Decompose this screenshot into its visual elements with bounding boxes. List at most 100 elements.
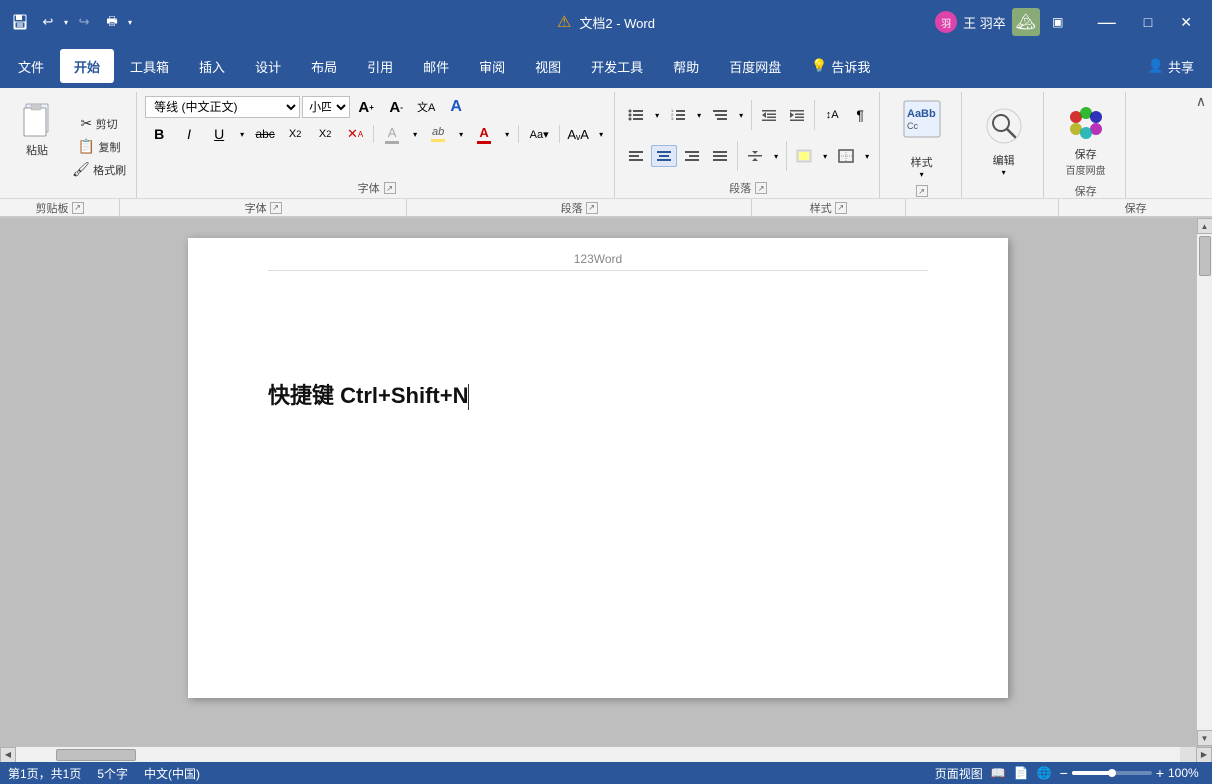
menu-toolbox[interactable]: 工具箱 — [116, 49, 183, 83]
show-marks-btn[interactable]: ¶ — [847, 104, 873, 126]
save-baidu-button[interactable]: 保存 百度网盘 — [1056, 93, 1116, 181]
multilevel-dropdown[interactable]: ▾ — [735, 104, 747, 126]
justify-btn[interactable] — [707, 145, 733, 167]
customize-qa-btn[interactable]: ▾ — [128, 18, 132, 27]
print-preview-btn[interactable]: 🖶 — [100, 10, 124, 34]
h-scroll-left-btn[interactable]: ◀ — [0, 747, 16, 763]
menu-design[interactable]: 设计 — [241, 49, 295, 83]
clipboard-expand-icon[interactable]: ↗ — [72, 202, 84, 214]
zoom-out-btn[interactable]: − — [1060, 765, 1068, 781]
menu-share[interactable]: 👤 共享 — [1134, 49, 1208, 83]
ribbon-display-btn[interactable]: ▣ — [1046, 10, 1070, 34]
numbering-btn[interactable]: 1.2.3. — [665, 104, 691, 126]
char-spacing-dropdown[interactable]: ▾ — [594, 123, 608, 145]
style-expand-btn[interactable]: ↗ — [916, 185, 928, 197]
vertical-scrollbar[interactable]: ▲ ▼ — [1196, 218, 1212, 746]
sort-btn[interactable]: ↕A — [819, 104, 845, 126]
font-expand-icon2[interactable]: ↗ — [270, 202, 282, 214]
scroll-up-btn[interactable]: ▲ — [1197, 218, 1212, 234]
underline-button[interactable]: U — [205, 123, 233, 145]
multilevel-btn[interactable] — [707, 104, 733, 126]
highlight-dropdown[interactable]: ▾ — [454, 123, 468, 145]
borders-btn[interactable] — [833, 145, 859, 167]
aa-btn[interactable]: Aa▾ — [523, 123, 555, 145]
zoom-in-btn[interactable]: + — [1156, 765, 1164, 781]
superscript-btn[interactable]: X2 — [311, 123, 339, 145]
undo-btn[interactable]: ↩ — [36, 10, 60, 34]
copy-button[interactable]: 📋 复制 — [68, 136, 130, 157]
zoom-slider[interactable] — [1072, 771, 1152, 775]
read-mode-btn[interactable]: 📖 — [991, 766, 1006, 780]
menu-layout[interactable]: 布局 — [297, 49, 351, 83]
menu-review[interactable]: 审阅 — [465, 49, 519, 83]
menu-mailings[interactable]: 邮件 — [409, 49, 463, 83]
format-painter-button[interactable]: 🖌 格式刷 — [68, 159, 130, 180]
save-quick-btn[interactable] — [8, 10, 32, 34]
align-left-btn[interactable] — [623, 145, 649, 167]
style-expand-icon2[interactable]: ↗ — [835, 202, 847, 214]
minimize-btn[interactable]: — — [1086, 10, 1128, 35]
font-a-btn[interactable]: A — [442, 96, 470, 118]
scroll-down-btn[interactable]: ▼ — [1197, 730, 1212, 746]
line-spacing-btn[interactable] — [742, 145, 768, 167]
underline-dropdown[interactable]: ▾ — [235, 123, 249, 145]
redo-btn[interactable]: ↪ — [72, 10, 96, 34]
styles-button[interactable]: AaBb Cc 样式 ▾ — [894, 95, 950, 183]
menu-help[interactable]: 帮助 — [659, 49, 713, 83]
h-scroll-thumb[interactable] — [56, 749, 136, 761]
para-expand-btn[interactable]: ↗ — [755, 182, 767, 194]
align-center-btn[interactable] — [651, 145, 677, 167]
clear-format-btn[interactable]: ✕A — [341, 123, 369, 145]
font-size-select[interactable]: 小四 — [302, 96, 350, 118]
ribbon-collapse-btn[interactable]: ∧ — [1192, 92, 1210, 110]
scroll-track[interactable] — [1197, 234, 1212, 730]
para-expand-icon2[interactable]: ↗ — [586, 202, 598, 214]
font-enlarge-btn[interactable]: A+ — [352, 96, 380, 118]
wen-btn[interactable]: 文A — [412, 96, 440, 118]
menu-file[interactable]: 文件 — [4, 49, 58, 83]
cut-button[interactable]: ✂ 剪切 — [68, 113, 130, 134]
undo-dropdown[interactable]: ▾ — [64, 18, 68, 27]
font-family-select[interactable]: 等线 (中文正文) — [145, 96, 300, 118]
font-color-btn[interactable]: A — [378, 121, 406, 147]
bold-button[interactable]: B — [145, 123, 173, 145]
shading-btn[interactable] — [791, 145, 817, 167]
menu-home[interactable]: 开始 — [60, 49, 114, 83]
borders-dropdown[interactable]: ▾ — [861, 145, 873, 167]
highlight-btn[interactable]: ab — [424, 121, 452, 147]
decrease-indent-btn[interactable] — [756, 104, 782, 126]
document-content[interactable]: 快捷键 Ctrl+Shift+N — [268, 378, 928, 410]
document-scroll[interactable]: 123Word 快捷键 Ctrl+Shift+N — [0, 218, 1196, 746]
strikethrough-btn[interactable]: abc — [251, 123, 279, 145]
italic-button[interactable]: I — [175, 123, 203, 145]
font-expand-btn[interactable]: ↗ — [384, 182, 396, 194]
bullets-btn[interactable] — [623, 104, 649, 126]
bullets-dropdown[interactable]: ▾ — [651, 104, 663, 126]
align-right-btn[interactable] — [679, 145, 705, 167]
text-color-dropdown[interactable]: ▾ — [500, 123, 514, 145]
font-color-dropdown[interactable]: ▾ — [408, 123, 422, 145]
maximize-btn[interactable]: □ — [1132, 12, 1164, 32]
shading-dropdown[interactable]: ▾ — [819, 145, 831, 167]
menu-baidu[interactable]: 百度网盘 — [715, 49, 795, 83]
paste-button[interactable]: 粘贴 — [10, 96, 64, 162]
menu-insert[interactable]: 插入 — [185, 49, 239, 83]
char-spacing-btn[interactable]: AᵥA — [564, 123, 592, 145]
scroll-thumb[interactable] — [1199, 236, 1211, 276]
h-scroll-track[interactable] — [16, 747, 1180, 762]
edit-button[interactable]: 编辑 ▾ — [976, 96, 1032, 181]
close-btn[interactable]: ✕ — [1168, 12, 1204, 33]
menu-tell-me[interactable]: 💡 告诉我 — [797, 49, 884, 83]
menu-developer[interactable]: 开发工具 — [577, 49, 657, 83]
h-scroll-right-btn[interactable]: ▶ — [1196, 747, 1212, 763]
menu-view[interactable]: 视图 — [521, 49, 575, 83]
subscript-btn[interactable]: X2 — [281, 123, 309, 145]
print-layout-btn[interactable]: 📄 — [1014, 766, 1029, 780]
line-spacing-dropdown[interactable]: ▾ — [770, 145, 782, 167]
font-shrink-btn[interactable]: A- — [382, 96, 410, 118]
numbering-dropdown[interactable]: ▾ — [693, 104, 705, 126]
document-page[interactable]: 123Word 快捷键 Ctrl+Shift+N — [188, 238, 1008, 698]
increase-indent-btn[interactable] — [784, 104, 810, 126]
text-color-btn[interactable]: A — [470, 121, 498, 147]
web-layout-btn[interactable]: 🌐 — [1037, 766, 1052, 780]
